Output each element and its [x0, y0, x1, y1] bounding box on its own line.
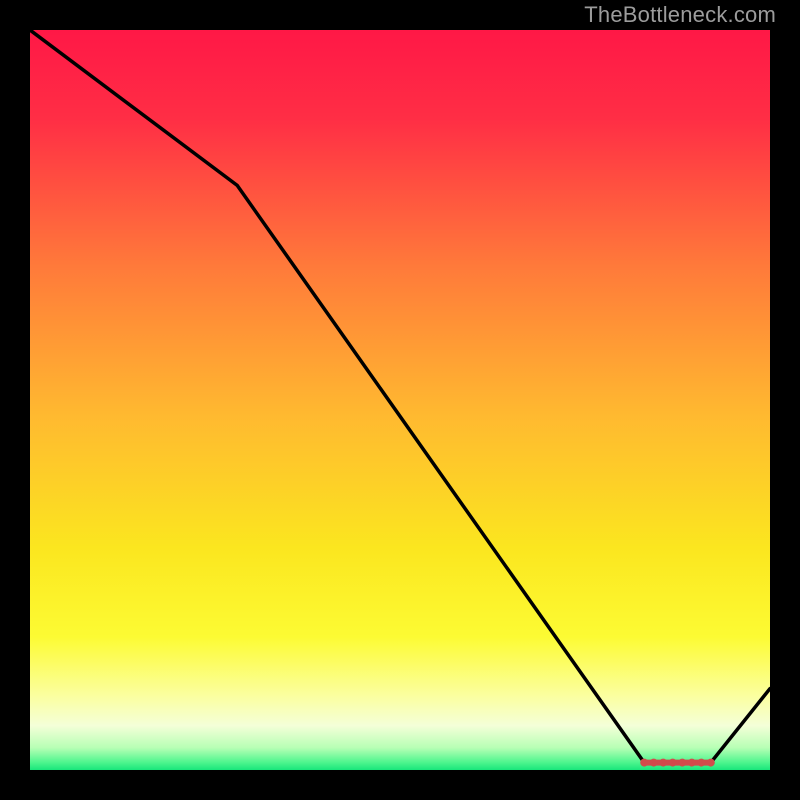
attribution-text: TheBottleneck.com [584, 2, 776, 28]
chart-container: TheBottleneck.com [0, 0, 800, 800]
bottleneck-chart [30, 30, 770, 770]
gradient-background [30, 30, 770, 770]
optimum-marker [640, 759, 715, 767]
